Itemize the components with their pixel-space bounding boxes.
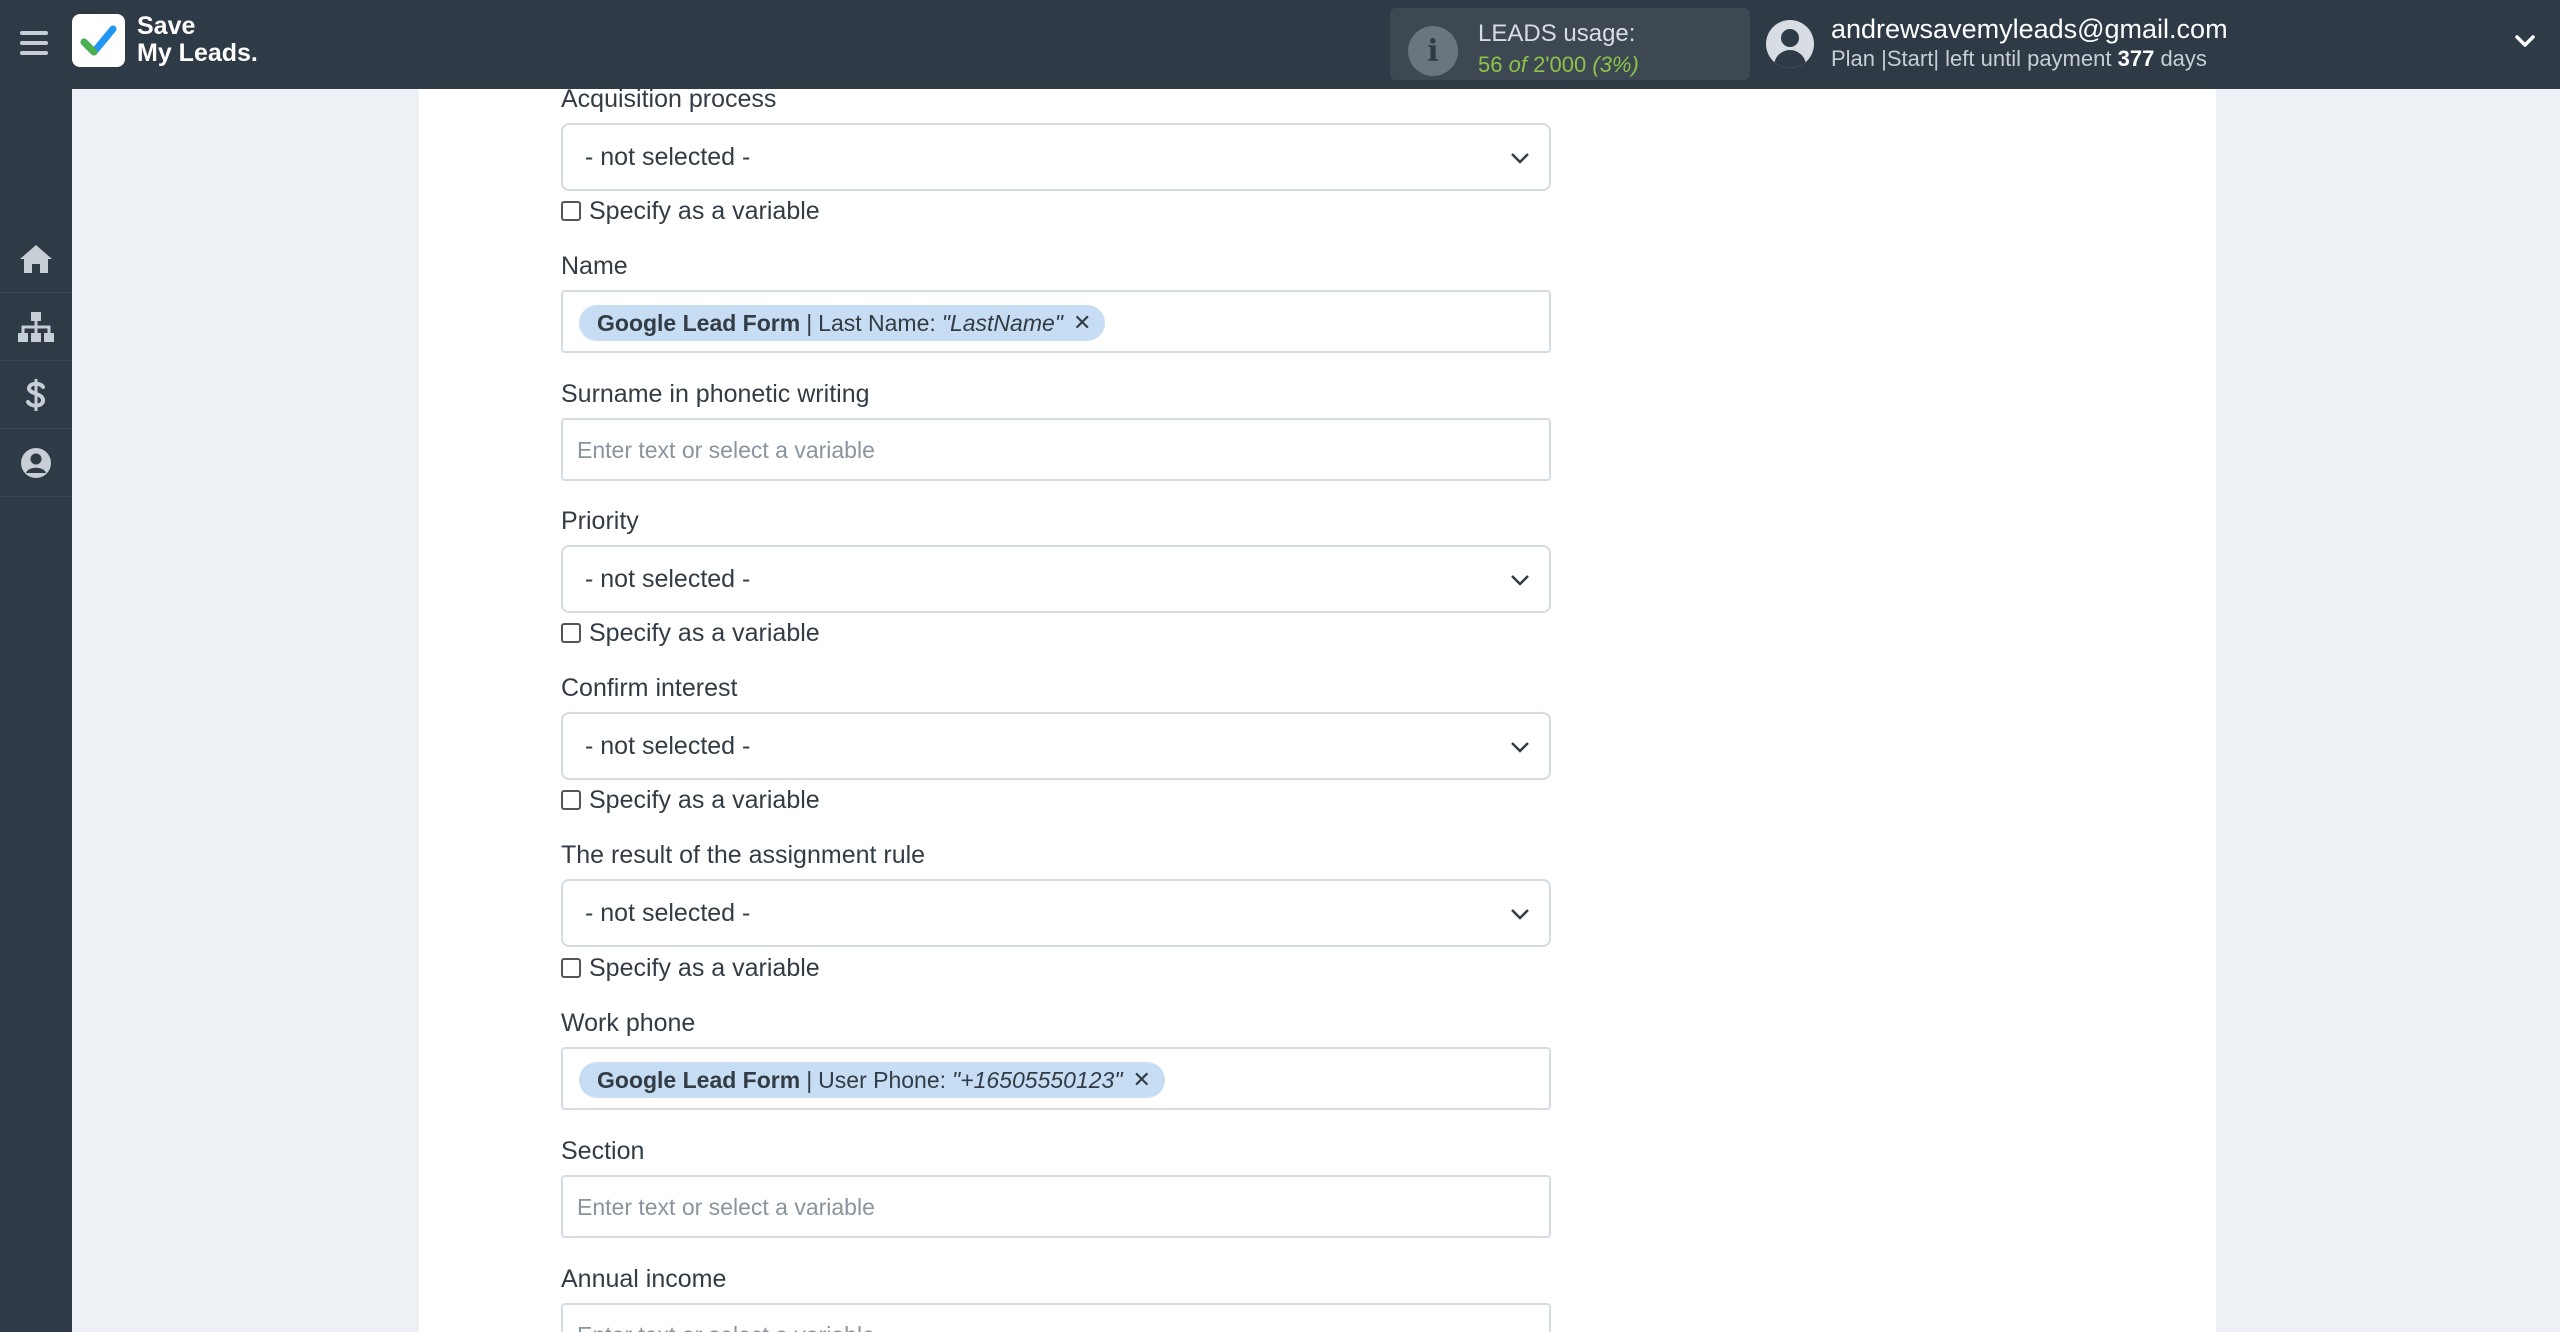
sitemap-icon	[18, 311, 54, 342]
annual-income-field[interactable]: Enter text or select a variable	[561, 1303, 1551, 1332]
assignment-rule-label: The result of the assignment rule	[561, 841, 926, 869]
logo-text[interactable]: Save My Leads.	[137, 13, 258, 67]
acquisition-select[interactable]: - not selected -	[561, 123, 1551, 191]
sidebar-item-connections[interactable]	[0, 293, 72, 361]
chevron-down-icon	[1511, 909, 1529, 920]
acquisition-variable-row[interactable]: Specify as a variable	[561, 196, 820, 226]
confirm-interest-select[interactable]: - not selected -	[561, 712, 1551, 780]
sidebar-item-home[interactable]	[0, 225, 72, 293]
name-field[interactable]: Google Lead Form | Last Name: "LastName"…	[561, 290, 1551, 353]
assignment-rule-variable-row[interactable]: Specify as a variable	[561, 953, 820, 983]
chevron-down-icon	[1511, 742, 1529, 753]
main-content: Acquisition process - not selected - Spe…	[72, 89, 2560, 1332]
variable-tag: Google Lead Form | User Phone: "+1650555…	[579, 1062, 1165, 1098]
annual-income-label: Annual income	[561, 1265, 727, 1293]
chevron-down-icon	[1511, 153, 1529, 164]
priority-variable-row[interactable]: Specify as a variable	[561, 618, 820, 648]
section-field[interactable]: Enter text or select a variable	[561, 1175, 1551, 1238]
confirm-interest-variable-checkbox[interactable]	[561, 790, 581, 810]
acquisition-label: Acquisition process	[561, 89, 777, 113]
leads-usage-panel: i LEADS usage: 56 of 2'000 (3%)	[1390, 8, 1750, 80]
chevron-down-icon[interactable]	[2514, 30, 2536, 52]
confirm-interest-label: Confirm interest	[561, 674, 738, 702]
name-label: Name	[561, 252, 628, 280]
sidebar-item-account[interactable]	[0, 429, 72, 497]
remove-tag-icon[interactable]: ✕	[1133, 1067, 1151, 1093]
acquisition-variable-checkbox[interactable]	[561, 201, 581, 221]
sidebar-item-billing[interactable]	[0, 361, 72, 429]
avatar-icon[interactable]	[1766, 20, 1814, 68]
chevron-down-icon	[1511, 575, 1529, 586]
priority-select[interactable]: - not selected -	[561, 545, 1551, 613]
variable-tag: Google Lead Form | Last Name: "LastName"…	[579, 305, 1106, 341]
top-bar: Save My Leads. i LEADS usage: 56 of 2'00…	[0, 0, 2560, 89]
dollar-icon	[26, 378, 45, 411]
sidebar	[0, 89, 72, 1332]
logo-icon[interactable]	[72, 14, 125, 67]
assignment-rule-variable-checkbox[interactable]	[561, 958, 581, 978]
work-phone-field[interactable]: Google Lead Form | User Phone: "+1650555…	[561, 1047, 1551, 1110]
usage-value: 56 of 2'000 (3%)	[1478, 52, 1639, 77]
remove-tag-icon[interactable]: ✕	[1073, 310, 1091, 336]
confirm-interest-variable-row[interactable]: Specify as a variable	[561, 785, 820, 815]
work-phone-label: Work phone	[561, 1009, 696, 1037]
plan-info: Plan |Start| left until payment 377 days	[1831, 46, 2207, 71]
priority-label: Priority	[561, 507, 639, 535]
section-label: Section	[561, 1137, 645, 1165]
surname-phonetic-label: Surname in phonetic writing	[561, 380, 870, 408]
form-panel: Acquisition process - not selected - Spe…	[419, 89, 2216, 1332]
user-email[interactable]: andrewsavemyleads@gmail.com	[1831, 14, 2228, 45]
priority-variable-checkbox[interactable]	[561, 623, 581, 643]
assignment-rule-select[interactable]: - not selected -	[561, 879, 1551, 947]
surname-phonetic-field[interactable]: Enter text or select a variable	[561, 418, 1551, 481]
info-icon[interactable]: i	[1408, 26, 1458, 76]
user-circle-icon	[21, 447, 51, 478]
usage-label: LEADS usage:	[1478, 20, 1636, 47]
home-icon	[20, 244, 52, 273]
menu-icon[interactable]	[18, 27, 50, 59]
